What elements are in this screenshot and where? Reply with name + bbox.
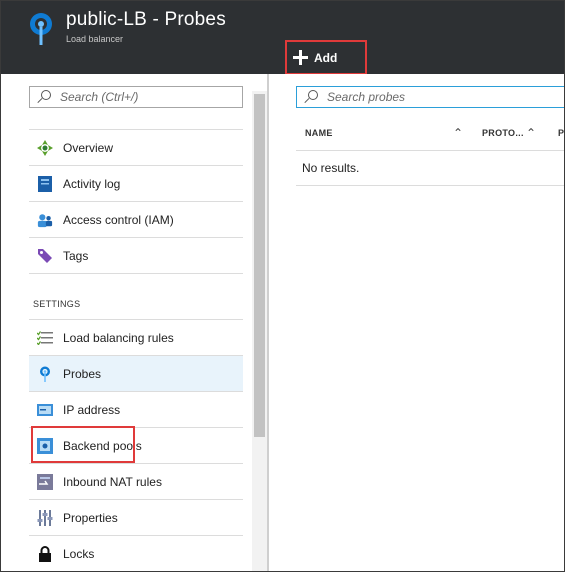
backend-pools-icon	[37, 437, 53, 454]
probes-search-input[interactable]	[327, 90, 497, 104]
menu-item-label: Properties	[63, 510, 118, 525]
properties-icon	[37, 509, 53, 526]
menu-item-ip-address[interactable]: IP address	[29, 391, 243, 427]
probes-search-box[interactable]	[296, 86, 564, 108]
empty-state-text: No results.	[302, 161, 360, 175]
app-window: public-LB - Probes Load balancer Add Ove…	[0, 0, 565, 572]
menu-item-access-control[interactable]: Access control (IAM)	[29, 201, 243, 237]
menu-item-label: Tags	[63, 248, 89, 263]
lock-icon	[37, 545, 53, 562]
page-subtitle: Load balancer	[66, 34, 124, 44]
inbound-nat-rules-icon	[37, 473, 53, 490]
table-divider	[296, 185, 564, 186]
menu-item-backend-pools[interactable]: Backend pools	[29, 427, 243, 463]
menu-search-input[interactable]	[60, 90, 230, 104]
probes-list-panel: NAME ⌃ PROTO... ⌃ PO No results.	[271, 74, 564, 571]
menu-item-activity-log[interactable]: Activity log	[29, 165, 243, 201]
overview-icon	[37, 139, 53, 156]
left-menu-panel: Overview Activity log Access control (IA…	[1, 74, 269, 571]
menu-search-box[interactable]	[29, 86, 243, 108]
activity-log-icon	[37, 175, 53, 192]
menu-item-label: Locks	[63, 546, 95, 561]
menu-item-tags[interactable]: Tags	[29, 237, 243, 273]
probe-logo-icon	[30, 13, 52, 45]
page-title: public-LB - Probes	[66, 9, 226, 30]
menu-scrollbar-thumb[interactable]	[254, 94, 265, 437]
menu-item-overview[interactable]: Overview	[29, 129, 243, 165]
probe-icon	[37, 366, 53, 382]
column-header-name[interactable]: NAME	[305, 114, 333, 151]
sort-caret-icon[interactable]: ⌃	[453, 114, 463, 151]
search-icon	[36, 90, 52, 104]
menu-item-label: Backend pools	[63, 438, 142, 453]
ip-address-icon	[37, 402, 53, 418]
settings-section-header: SETTINGS	[29, 273, 243, 319]
add-button[interactable]: Add	[285, 40, 367, 75]
table-header: NAME ⌃ PROTO... ⌃ PO	[296, 114, 564, 151]
menu-item-label: Access control (IAM)	[63, 212, 174, 227]
add-button-label: Add	[314, 50, 338, 65]
sort-caret-icon[interactable]: ⌃	[526, 114, 536, 151]
load-balancing-rules-icon	[37, 330, 53, 346]
column-header-protocol[interactable]: PROTO...	[482, 114, 524, 151]
menu-item-label: Probes	[63, 366, 102, 381]
tag-icon	[37, 248, 53, 264]
menu-item-load-balancing-rules[interactable]: Load balancing rules	[29, 319, 243, 355]
menu-item-label: Inbound NAT rules	[63, 474, 162, 489]
menu-item-properties[interactable]: Properties	[29, 499, 243, 535]
menu-item-label: IP address	[63, 402, 121, 417]
menu-item-locks[interactable]: Locks	[29, 535, 243, 571]
blade-header: public-LB - Probes Load balancer Add	[1, 1, 564, 75]
menu-item-inbound-nat-rules[interactable]: Inbound NAT rules	[29, 463, 243, 499]
menu-item-label: Overview	[63, 140, 114, 155]
search-icon	[303, 90, 319, 104]
column-header-port[interactable]: PO	[558, 114, 564, 151]
access-control-icon	[37, 212, 53, 228]
menu-item-label: Load balancing rules	[63, 330, 174, 345]
plus-icon	[293, 50, 308, 65]
menu-item-label: Activity log	[63, 176, 121, 191]
resource-menu: Overview Activity log Access control (IA…	[29, 129, 243, 571]
menu-item-probes[interactable]: Probes	[29, 355, 243, 391]
